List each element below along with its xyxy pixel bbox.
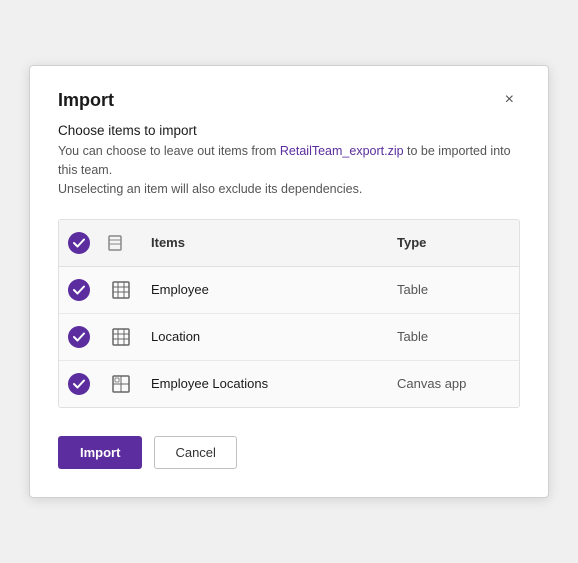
cancel-button[interactable]: Cancel xyxy=(154,436,236,469)
import-button[interactable]: Import xyxy=(58,436,142,469)
header-type-label: Type xyxy=(389,228,519,258)
row2-name: Location xyxy=(143,323,389,350)
close-button[interactable]: × xyxy=(499,90,520,110)
table-row: Employee Locations Canvas app xyxy=(59,361,519,407)
description-prefix: You can choose to leave out items from xyxy=(58,144,280,158)
items-table: Items Type xyxy=(58,219,520,408)
row3-check-cell[interactable] xyxy=(59,367,99,401)
header-items-label: Items xyxy=(143,228,389,258)
header-icon-cell xyxy=(99,228,143,258)
table-header: Items Type xyxy=(59,220,519,267)
row2-type: Table xyxy=(389,323,519,350)
header-check-cell xyxy=(59,228,99,258)
row1-name: Employee xyxy=(143,276,389,303)
row3-check-icon xyxy=(68,373,90,395)
row1-check-cell[interactable] xyxy=(59,273,99,307)
row3-type: Canvas app xyxy=(389,370,519,397)
row2-check-icon xyxy=(68,326,90,348)
row2-icon xyxy=(99,322,143,352)
dialog-title: Import xyxy=(58,90,114,111)
table-row: Employee Table xyxy=(59,267,519,314)
row1-icon xyxy=(99,275,143,305)
row2-check-cell[interactable] xyxy=(59,320,99,354)
row1-type: Table xyxy=(389,276,519,303)
header-check-icon xyxy=(68,232,90,254)
row1-check-icon xyxy=(68,279,90,301)
dialog-footer: Import Cancel xyxy=(58,436,520,469)
dialog-header: Import × xyxy=(58,90,520,111)
filename-text: RetailTeam_export.zip xyxy=(280,144,404,158)
row3-icon xyxy=(99,369,143,399)
dialog-subtitle: Choose items to import xyxy=(58,123,520,138)
import-dialog: Import × Choose items to import You can … xyxy=(29,65,549,497)
table-row: Location Table xyxy=(59,314,519,361)
description-line2: Unselecting an item will also exclude it… xyxy=(58,182,362,196)
row3-name: Employee Locations xyxy=(143,370,389,397)
dialog-description: You can choose to leave out items from R… xyxy=(58,142,520,198)
